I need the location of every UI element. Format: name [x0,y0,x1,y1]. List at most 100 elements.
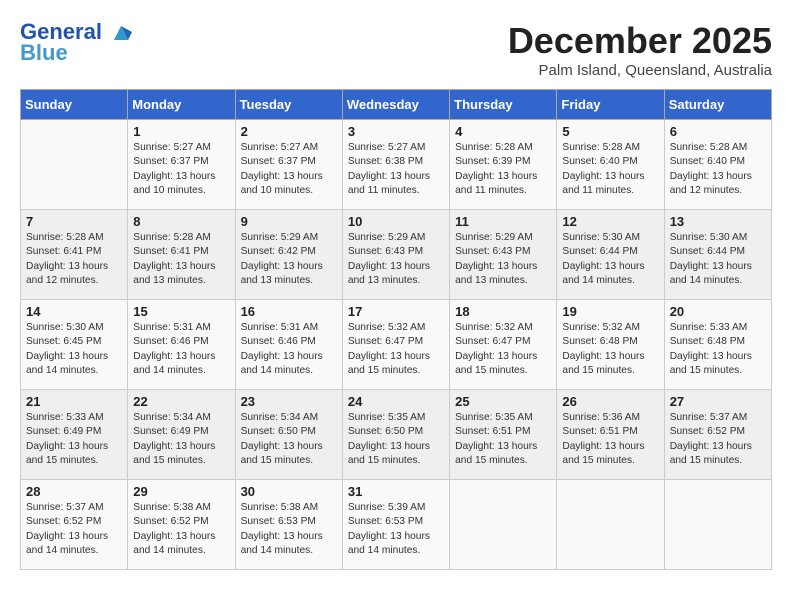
calendar-cell [21,120,128,210]
calendar-cell: 27 Sunrise: 5:37 AM Sunset: 6:52 PM Dayli… [664,390,771,480]
day-info: Sunrise: 5:28 AM Sunset: 6:39 PM Dayligh… [455,141,551,198]
calendar-cell: 21 Sunrise: 5:33 AM Sunset: 6:49 PM Dayli… [21,390,128,480]
calendar-cell: 4Sunrise: 5:28 AM Sunset: 6:39 PM Daylig… [450,120,557,210]
weekday-header: Saturday [664,90,771,120]
day-info: Sunrise: 5:28 AM Sunset: 6:40 PM Dayligh… [562,141,658,198]
calendar-cell: 8 Sunrise: 5:28 AM Sunset: 6:41 PM Daylig… [128,210,235,300]
day-info: Sunrise: 5:32 AM Sunset: 6:47 PM Dayligh… [348,321,444,378]
weekday-header: Friday [557,90,664,120]
weekday-header-row: SundayMondayTuesdayWednesdayThursdayFrid… [21,90,772,120]
calendar-cell: 25 Sunrise: 5:35 AM Sunset: 6:51 PM Dayli… [450,390,557,480]
day-number: 19 [562,304,658,319]
logo-blue: Blue [20,40,68,66]
calendar-cell: 6 Sunrise: 5:28 AM Sunset: 6:40 PM Daylig… [664,120,771,210]
day-info: Sunrise: 5:33 AM Sunset: 6:48 PM Dayligh… [670,321,766,378]
calendar-table: SundayMondayTuesdayWednesdayThursdayFrid… [20,89,772,570]
calendar-cell: 16 Sunrise: 5:31 AM Sunset: 6:46 PM Dayli… [235,300,342,390]
day-info: Sunrise: 5:30 AM Sunset: 6:44 PM Dayligh… [670,231,766,288]
day-number: 29 [133,484,229,499]
day-number: 30 [241,484,337,499]
calendar-cell: 14 Sunrise: 5:30 AM Sunset: 6:45 PM Dayli… [21,300,128,390]
day-number: 28 [26,484,122,499]
day-info: Sunrise: 5:29 AM Sunset: 6:43 PM Dayligh… [455,231,551,288]
day-number: 8 [133,214,229,229]
calendar-cell: 5 Sunrise: 5:28 AM Sunset: 6:40 PM Daylig… [557,120,664,210]
calendar-cell: 28Sunrise: 5:37 AM Sunset: 6:52 PM Dayli… [21,480,128,570]
day-info: Sunrise: 5:29 AM Sunset: 6:43 PM Dayligh… [348,231,444,288]
calendar-cell: 22 Sunrise: 5:34 AM Sunset: 6:49 PM Dayli… [128,390,235,480]
day-info: Sunrise: 5:28 AM Sunset: 6:41 PM Dayligh… [133,231,229,288]
logo: General Blue [20,20,132,66]
day-number: 1 [133,124,229,139]
day-info: Sunrise: 5:27 AM Sunset: 6:38 PM Dayligh… [348,141,444,198]
day-info: Sunrise: 5:39 AM Sunset: 6:53 PM Dayligh… [348,501,444,558]
day-info: Sunrise: 5:33 AM Sunset: 6:49 PM Dayligh… [26,411,122,468]
calendar-cell: 9Sunrise: 5:29 AM Sunset: 6:42 PM Daylig… [235,210,342,300]
day-number: 21 [26,394,122,409]
calendar-week-row: 1 Sunrise: 5:27 AM Sunset: 6:37 PM Daylig… [21,120,772,210]
calendar-cell: 10 Sunrise: 5:29 AM Sunset: 6:43 PM Dayli… [342,210,449,300]
title-block: December 2025 Palm Island, Queensland, A… [508,20,772,79]
weekday-header: Thursday [450,90,557,120]
day-info: Sunrise: 5:31 AM Sunset: 6:46 PM Dayligh… [241,321,337,378]
day-info: Sunrise: 5:31 AM Sunset: 6:46 PM Dayligh… [133,321,229,378]
weekday-header: Monday [128,90,235,120]
calendar-cell: 18Sunrise: 5:32 AM Sunset: 6:47 PM Dayli… [450,300,557,390]
day-info: Sunrise: 5:38 AM Sunset: 6:53 PM Dayligh… [241,501,337,558]
day-info: Sunrise: 5:28 AM Sunset: 6:40 PM Dayligh… [670,141,766,198]
location: Palm Island, Queensland, Australia [508,62,772,79]
calendar-cell: 24Sunrise: 5:35 AM Sunset: 6:50 PM Dayli… [342,390,449,480]
day-info: Sunrise: 5:27 AM Sunset: 6:37 PM Dayligh… [241,141,337,198]
calendar-cell: 3 Sunrise: 5:27 AM Sunset: 6:38 PM Daylig… [342,120,449,210]
day-info: Sunrise: 5:37 AM Sunset: 6:52 PM Dayligh… [670,411,766,468]
weekday-header: Tuesday [235,90,342,120]
day-number: 16 [241,304,337,319]
day-info: Sunrise: 5:27 AM Sunset: 6:37 PM Dayligh… [133,141,229,198]
day-number: 12 [562,214,658,229]
calendar-cell [450,480,557,570]
calendar-cell [557,480,664,570]
day-info: Sunrise: 5:38 AM Sunset: 6:52 PM Dayligh… [133,501,229,558]
calendar-cell: 20 Sunrise: 5:33 AM Sunset: 6:48 PM Dayli… [664,300,771,390]
day-number: 25 [455,394,551,409]
day-number: 20 [670,304,766,319]
day-number: 2 [241,124,337,139]
day-number: 3 [348,124,444,139]
calendar-week-row: 28Sunrise: 5:37 AM Sunset: 6:52 PM Dayli… [21,480,772,570]
day-number: 6 [670,124,766,139]
calendar-cell: 2 Sunrise: 5:27 AM Sunset: 6:37 PM Daylig… [235,120,342,210]
day-number: 11 [455,214,551,229]
calendar-cell: 31 Sunrise: 5:39 AM Sunset: 6:53 PM Dayli… [342,480,449,570]
calendar-cell: 12 Sunrise: 5:30 AM Sunset: 6:44 PM Dayli… [557,210,664,300]
day-number: 31 [348,484,444,499]
calendar-cell: 13Sunrise: 5:30 AM Sunset: 6:44 PM Dayli… [664,210,771,300]
day-number: 23 [241,394,337,409]
calendar-cell: 11 Sunrise: 5:29 AM Sunset: 6:43 PM Dayli… [450,210,557,300]
day-number: 18 [455,304,551,319]
day-info: Sunrise: 5:30 AM Sunset: 6:44 PM Dayligh… [562,231,658,288]
day-number: 5 [562,124,658,139]
calendar-cell: 1 Sunrise: 5:27 AM Sunset: 6:37 PM Daylig… [128,120,235,210]
calendar-cell: 30 Sunrise: 5:38 AM Sunset: 6:53 PM Dayli… [235,480,342,570]
day-number: 17 [348,304,444,319]
day-info: Sunrise: 5:28 AM Sunset: 6:41 PM Dayligh… [26,231,122,288]
day-info: Sunrise: 5:35 AM Sunset: 6:51 PM Dayligh… [455,411,551,468]
month-title: December 2025 [508,20,772,62]
day-info: Sunrise: 5:35 AM Sunset: 6:50 PM Dayligh… [348,411,444,468]
calendar-cell: 17 Sunrise: 5:32 AM Sunset: 6:47 PM Dayli… [342,300,449,390]
calendar-cell: 29 Sunrise: 5:38 AM Sunset: 6:52 PM Dayli… [128,480,235,570]
day-number: 22 [133,394,229,409]
day-number: 27 [670,394,766,409]
calendar-week-row: 7Sunrise: 5:28 AM Sunset: 6:41 PM Daylig… [21,210,772,300]
day-number: 9 [241,214,337,229]
calendar-cell: 15 Sunrise: 5:31 AM Sunset: 6:46 PM Dayli… [128,300,235,390]
day-info: Sunrise: 5:34 AM Sunset: 6:49 PM Dayligh… [133,411,229,468]
day-number: 10 [348,214,444,229]
day-number: 15 [133,304,229,319]
weekday-header: Sunday [21,90,128,120]
page-header: General Blue December 2025 Palm Island, … [20,20,772,79]
day-number: 14 [26,304,122,319]
day-number: 26 [562,394,658,409]
day-info: Sunrise: 5:30 AM Sunset: 6:45 PM Dayligh… [26,321,122,378]
calendar-week-row: 21 Sunrise: 5:33 AM Sunset: 6:49 PM Dayli… [21,390,772,480]
